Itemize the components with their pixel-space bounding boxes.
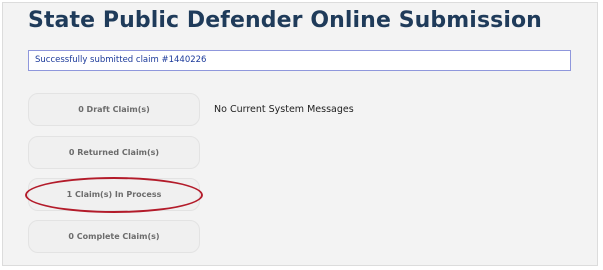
page-title: State Public Defender Online Submission [28, 8, 542, 33]
in-process-claims-button[interactable]: 1 Claim(s) In Process [28, 178, 200, 211]
draft-claims-button[interactable]: 0 Draft Claim(s) [28, 93, 200, 126]
success-alert: Successfully submitted claim #1440226 [28, 50, 571, 71]
complete-claims-label: 0 Complete Claim(s) [68, 232, 160, 241]
returned-claims-button[interactable]: 0 Returned Claim(s) [28, 136, 200, 169]
complete-claims-button[interactable]: 0 Complete Claim(s) [28, 220, 200, 253]
in-process-claims-label: 1 Claim(s) In Process [66, 190, 162, 199]
returned-claims-label: 0 Returned Claim(s) [68, 148, 160, 157]
system-messages-text: No Current System Messages [214, 104, 354, 115]
draft-claims-label: 0 Draft Claim(s) [78, 105, 150, 114]
